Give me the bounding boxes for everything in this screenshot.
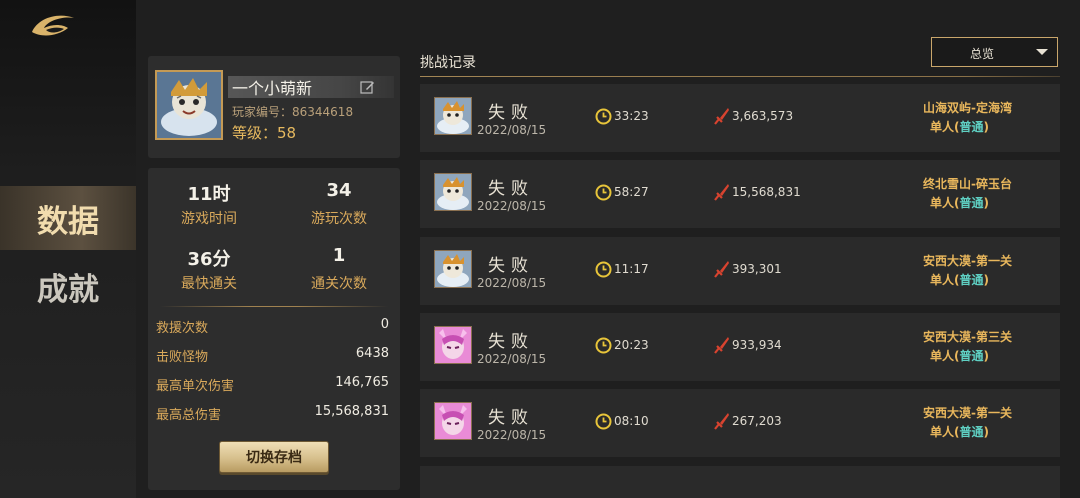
record-item[interactable]: 失败 2022/08/15 58:27 15,568,831 终北雪山-碎玉台 … — [420, 160, 1060, 228]
clear-count-label: 通关次数 — [311, 276, 367, 292]
record-result: 失败 — [488, 332, 534, 352]
damage-sword-icon — [714, 413, 729, 430]
play-count-label: 游玩次数 — [311, 211, 367, 227]
player-name: 一个小萌新 — [232, 79, 313, 98]
sidebar: 数据 成就 — [0, 0, 136, 498]
records-title: 挑战记录 — [420, 55, 476, 71]
player-level: 等级：58 — [232, 124, 297, 142]
damage-sword-icon — [714, 337, 729, 354]
record-damage: 15,568,831 — [732, 185, 801, 199]
record-stage: 山海双屿-定海湾 — [923, 101, 1012, 115]
player-avatar[interactable] — [155, 70, 223, 140]
record-avatar — [434, 402, 472, 440]
fastest-clear-value: 36分 — [187, 249, 231, 270]
record-result: 失败 — [488, 103, 534, 123]
stats-card: 11时 游戏时间 34 游玩次数 36分 最快通关 1 通关次数 救援次数 0 … — [148, 168, 400, 490]
record-time: 20:23 — [614, 338, 649, 352]
record-result: 失败 — [488, 179, 534, 199]
monsters-defeated-value: 6438 — [355, 346, 389, 361]
record-item[interactable]: 失败 2022/08/15 20:23 933,934 安西大漠-第三关 单人(… — [420, 313, 1060, 381]
play-time-label: 游戏时间 — [181, 211, 237, 227]
damage-sword-icon — [714, 108, 729, 125]
max-single-damage-value: 146,765 — [335, 375, 389, 390]
records-underline — [420, 76, 1060, 77]
play-time-value: 11时 — [187, 184, 231, 205]
edit-icon[interactable] — [360, 80, 375, 95]
record-time: 08:10 — [614, 414, 649, 428]
player-id: 玩家编号：86344618 — [232, 105, 354, 119]
record-stage: 安西大漠-第三关 — [923, 330, 1012, 344]
record-result: 失败 — [488, 408, 534, 428]
tiger-avatar-icon — [435, 174, 471, 210]
max-total-damage-value: 15,568,831 — [314, 404, 389, 419]
record-mode: 单人(普通) — [930, 349, 989, 363]
record-date: 2022/08/15 — [477, 123, 547, 137]
record-difficulty: 普通 — [959, 120, 984, 134]
record-mode: 单人(普通) — [930, 425, 989, 439]
monsters-defeated-label: 击败怪物 — [156, 350, 209, 365]
record-item[interactable]: 失败 2022/08/15 33:23 3,663,573 山海双屿-定海湾 单… — [420, 84, 1060, 152]
record-mode: 单人(普通) — [930, 196, 989, 210]
filter-dropdown[interactable]: 总览 — [931, 37, 1058, 67]
record-item[interactable]: 失败 2022/08/15 08:10 267,203 安西大漠-第一关 单人(… — [420, 389, 1060, 457]
record-damage: 3,663,573 — [732, 109, 794, 123]
fox-avatar-icon — [435, 327, 471, 363]
record-avatar — [434, 326, 472, 364]
tab-data[interactable]: 数据 — [0, 186, 136, 250]
clock-icon — [595, 337, 612, 354]
max-single-damage-label: 最高单次伤害 — [156, 379, 235, 394]
record-damage: 933,934 — [732, 338, 782, 352]
damage-sword-icon — [714, 261, 729, 278]
rescue-count-value: 0 — [380, 317, 389, 332]
record-difficulty: 普通 — [959, 273, 984, 287]
rescue-count-label: 救援次数 — [156, 321, 209, 336]
record-damage: 393,301 — [732, 262, 782, 276]
record-mode: 单人(普通) — [930, 273, 989, 287]
dropdown-arrow-icon — [1036, 49, 1048, 55]
record-stage: 终北雪山-碎玉台 — [923, 177, 1012, 191]
record-stage: 安西大漠-第一关 — [923, 254, 1012, 268]
record-date: 2022/08/15 — [477, 276, 547, 290]
fastest-clear-label: 最快通关 — [181, 276, 237, 292]
record-stage: 安西大漠-第一关 — [923, 406, 1012, 420]
record-difficulty: 普通 — [959, 349, 984, 363]
record-time: 58:27 — [614, 185, 649, 199]
damage-sword-icon — [714, 184, 729, 201]
tiger-avatar-icon — [435, 98, 471, 134]
record-time: 11:17 — [614, 262, 649, 276]
record-item[interactable]: 失败 2022/08/15 11:17 393,301 安西大漠-第一关 单人(… — [420, 237, 1060, 305]
clear-count-value: 1 — [332, 245, 346, 266]
record-time: 33:23 — [614, 109, 649, 123]
record-avatar — [434, 250, 472, 288]
record-mode: 单人(普通) — [930, 120, 989, 134]
tiger-avatar-icon — [435, 251, 471, 287]
max-total-damage-label: 最高总伤害 — [156, 408, 222, 423]
clock-icon — [595, 108, 612, 125]
record-avatar — [434, 173, 472, 211]
record-item-partial[interactable] — [420, 466, 1060, 498]
play-count-value: 34 — [326, 180, 352, 201]
tiger-avatar-icon — [157, 72, 221, 138]
record-difficulty: 普通 — [959, 196, 984, 210]
record-date: 2022/08/15 — [477, 428, 547, 442]
clock-icon — [595, 184, 612, 201]
record-damage: 267,203 — [732, 414, 782, 428]
game-logo-icon — [32, 15, 74, 36]
filter-selected-label: 总览 — [969, 47, 994, 61]
tab-achievements[interactable]: 成就 — [0, 254, 136, 318]
fox-avatar-icon — [435, 403, 471, 439]
record-date: 2022/08/15 — [477, 199, 547, 213]
record-difficulty: 普通 — [959, 425, 984, 439]
clock-icon — [595, 261, 612, 278]
clock-icon — [595, 413, 612, 430]
record-date: 2022/08/15 — [477, 352, 547, 366]
record-result: 失败 — [488, 256, 534, 276]
record-avatar — [434, 97, 472, 135]
profile-card: 一个小萌新 玩家编号：86344618 等级：58 — [148, 56, 400, 158]
stats-divider — [160, 306, 388, 307]
switch-save-button[interactable]: 切换存档 — [219, 441, 329, 473]
